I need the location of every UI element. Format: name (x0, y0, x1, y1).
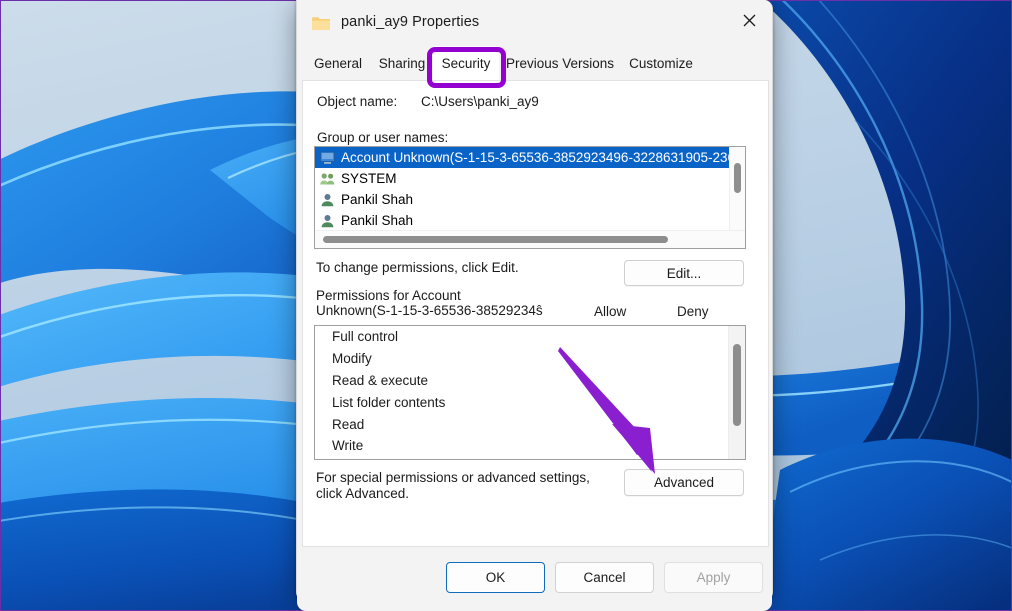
folder-icon (312, 17, 330, 30)
tab-strip: General Sharing Security Previous Versio… (297, 46, 772, 80)
computer-icon (320, 151, 335, 164)
table-row[interactable]: List folder contents (315, 391, 745, 413)
table-row[interactable]: Modify (315, 348, 745, 370)
permissions-for-label-line1: Permissions for Account (316, 288, 461, 303)
tab-customize[interactable]: Customize (621, 46, 701, 80)
list-item-label: Account Unknown(S-1-15-3-65536-385292349… (341, 150, 729, 165)
list-item[interactable]: SYSTEM (315, 168, 729, 189)
cancel-button[interactable]: Cancel (555, 562, 654, 593)
apply-button[interactable]: Apply (664, 562, 763, 593)
dialog-footer: OK Cancel Apply (297, 553, 772, 611)
group-or-user-names-list[interactable]: Account Unknown(S-1-15-3-65536-385292349… (314, 146, 746, 249)
tab-general[interactable]: General (307, 46, 369, 80)
dialog-titlebar: panki_ay9 Properties (297, 0, 772, 46)
advanced-button[interactable]: Advanced (624, 469, 744, 496)
tab-security[interactable]: Security (433, 46, 499, 80)
object-name-value: C:\Users\panki_ay9 (421, 94, 539, 109)
user-icon (321, 193, 334, 206)
list-item-label: SYSTEM (341, 171, 397, 186)
list-item[interactable]: Pankil Shah (315, 210, 729, 230)
advanced-hint-line1: For special permissions or advanced sett… (316, 470, 590, 485)
permission-label: Read (332, 416, 365, 432)
advanced-hint-line2: click Advanced. (316, 486, 410, 501)
list-item-label: Pankil Shah (341, 192, 414, 207)
permissions-for-label-line2: Unknown(S-1-15-3-65536-38529234ŝ (316, 303, 543, 318)
list-item-label: Pankil Shah (341, 213, 414, 228)
edit-button[interactable]: Edit... (624, 260, 744, 286)
permission-label: Modify (332, 351, 372, 367)
group-list-vertical-scrollbar[interactable] (729, 147, 745, 230)
allow-column-header: Allow (594, 304, 627, 319)
user-icon (321, 214, 334, 227)
table-row[interactable]: Write (315, 435, 745, 457)
table-row[interactable]: Read & execute (315, 370, 745, 392)
table-row[interactable]: Full control (315, 326, 745, 348)
permission-label: List folder contents (332, 394, 446, 410)
scrollbar-thumb[interactable] (734, 163, 741, 193)
permission-label: Write (332, 438, 364, 454)
tab-previous-versions[interactable]: Previous Versions (501, 46, 619, 80)
group-list-label: Group or user names: (317, 130, 449, 145)
object-name-label: Object name: (317, 94, 398, 109)
table-row[interactable]: Read (315, 413, 745, 435)
dialog-title: panki_ay9 Properties (341, 14, 480, 30)
permissions-vertical-scrollbar[interactable] (728, 326, 745, 459)
tab-sharing[interactable]: Sharing (371, 46, 433, 80)
scrollbar-thumb[interactable] (733, 344, 741, 426)
edit-hint-text: To change permissions, click Edit. (316, 260, 519, 275)
close-icon[interactable] (727, 0, 772, 40)
list-item[interactable]: Account Unknown(S-1-15-3-65536-385292349… (315, 147, 729, 168)
permissions-list[interactable]: Full control Modify Read & execute List … (314, 325, 746, 460)
deny-column-header: Deny (677, 304, 709, 319)
permission-label: Full control (332, 329, 399, 345)
permission-label: Read & execute (332, 372, 429, 388)
group-users-icon (320, 172, 335, 184)
ok-button[interactable]: OK (446, 562, 545, 593)
scrollbar-thumb[interactable] (323, 236, 668, 243)
list-item[interactable]: Pankil Shah (315, 189, 729, 210)
group-list-horizontal-scrollbar[interactable] (315, 230, 745, 248)
